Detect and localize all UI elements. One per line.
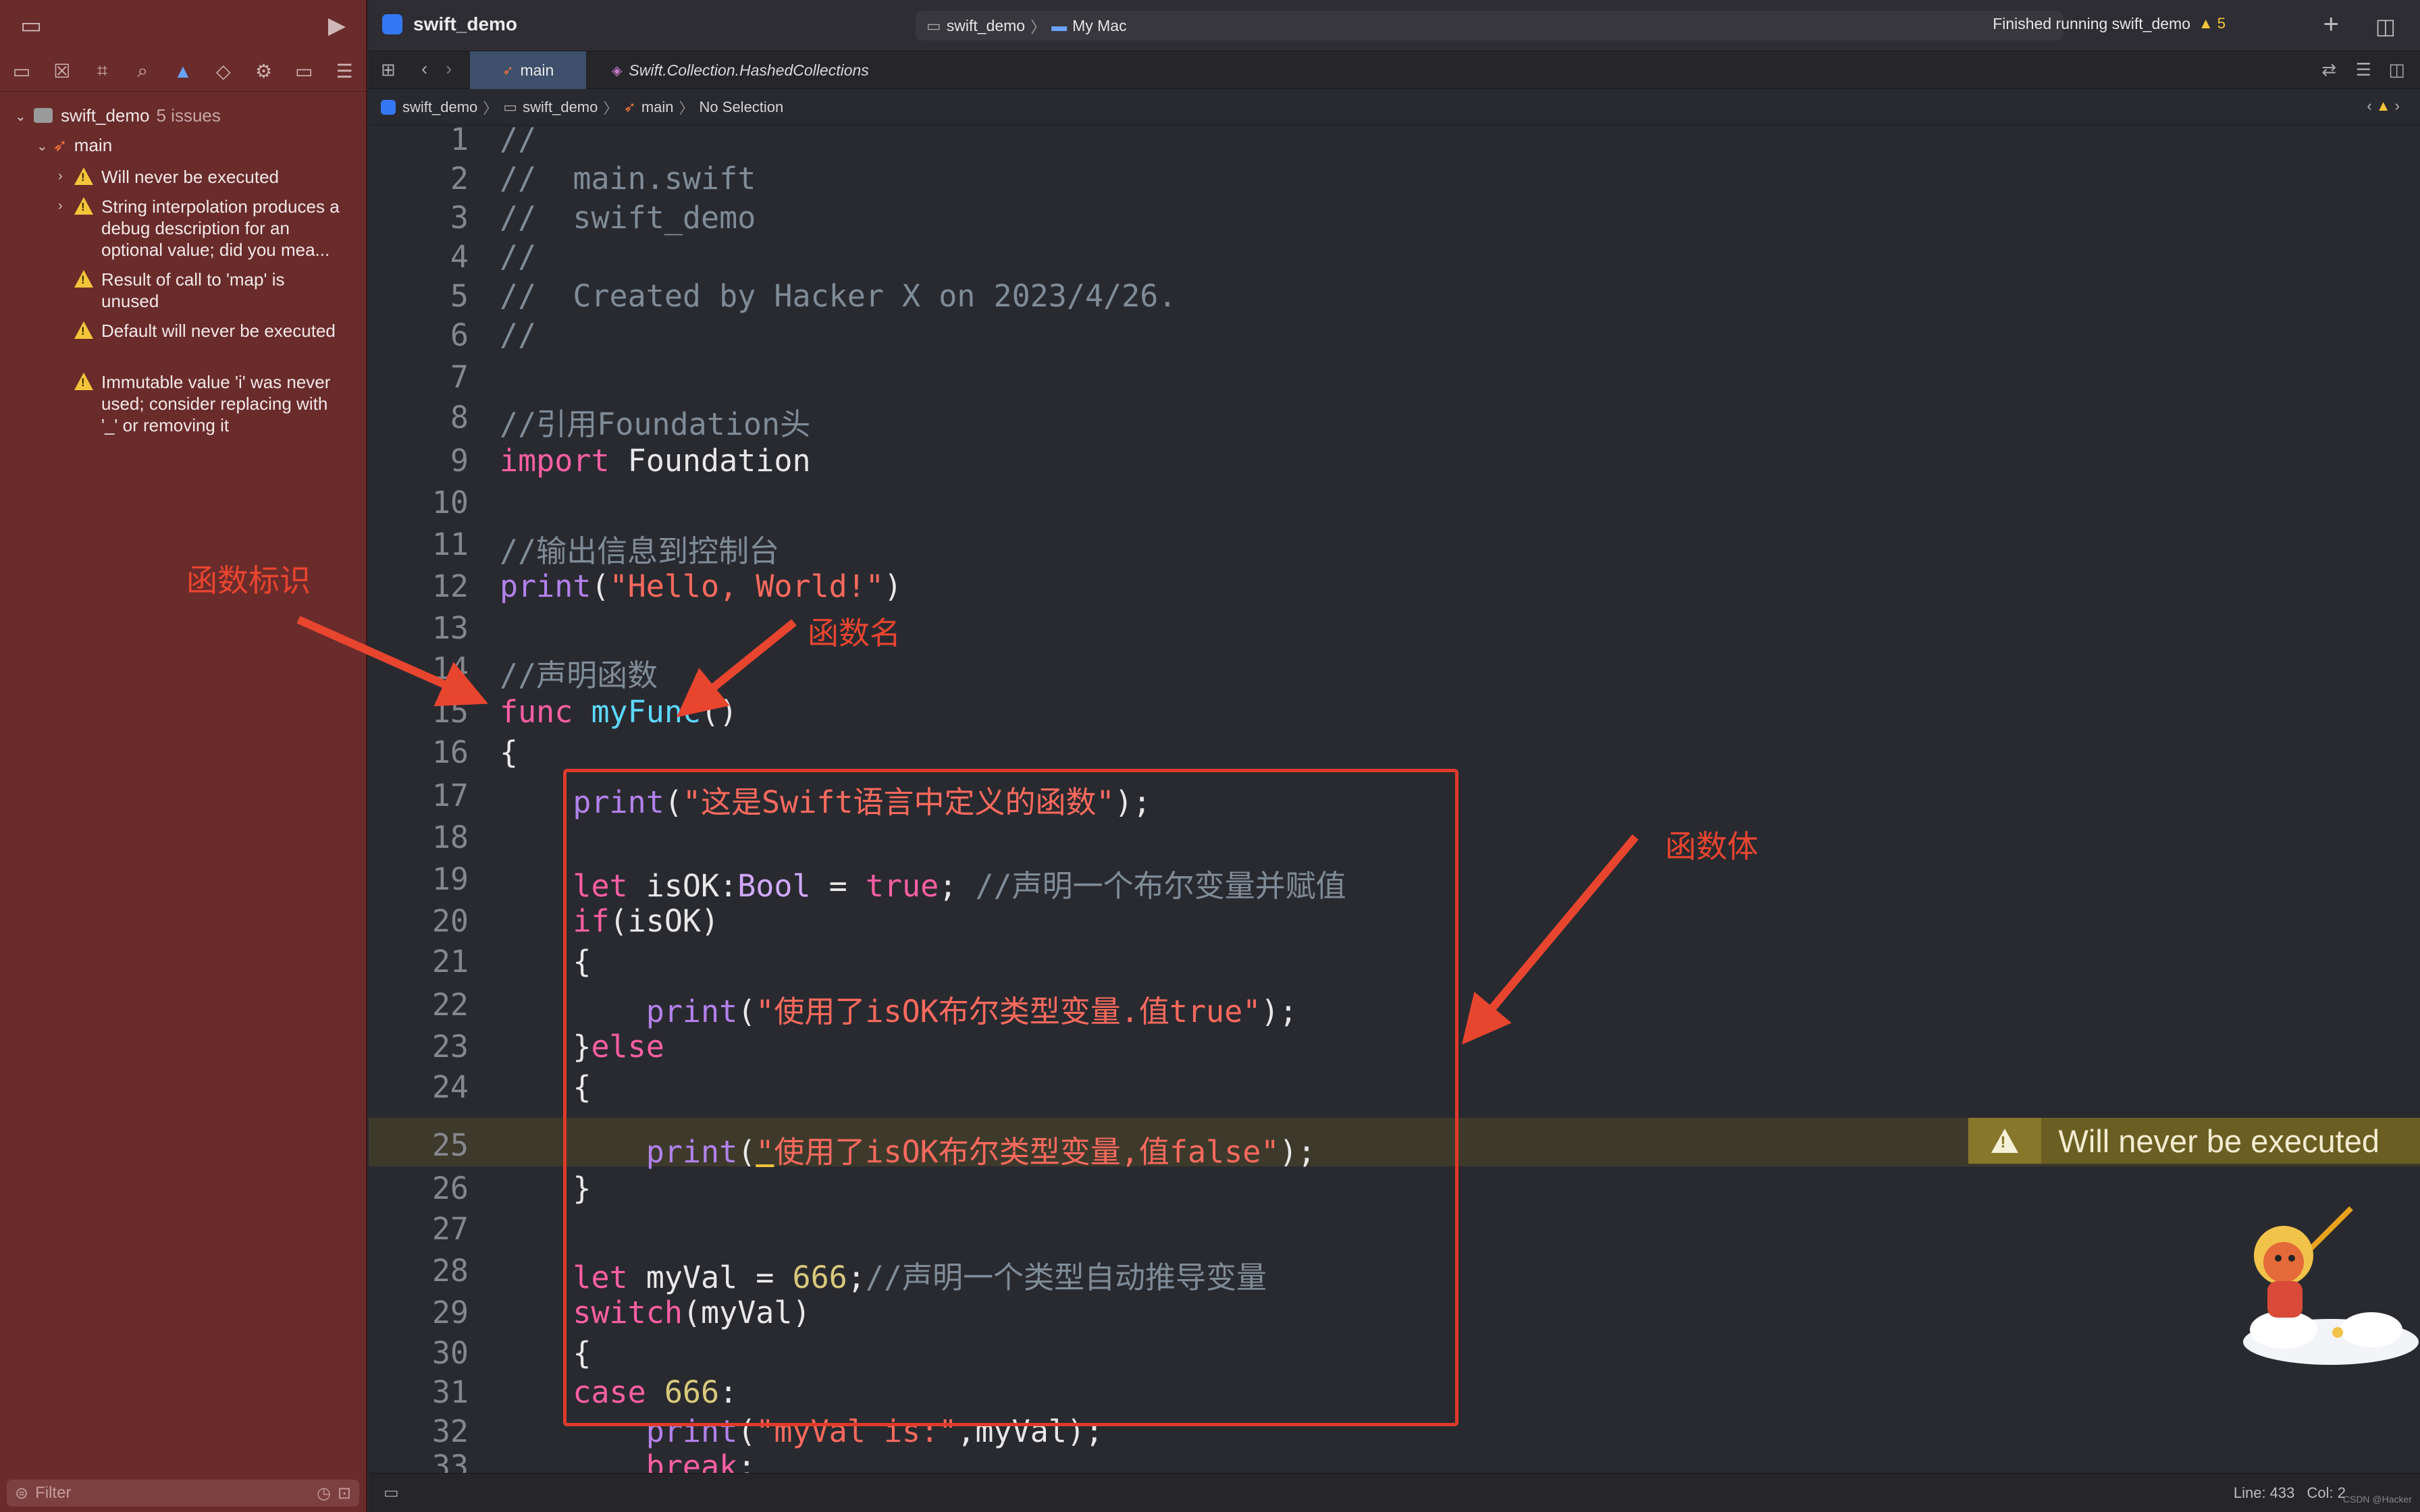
column-indicator: Col: 2: [2307, 1484, 2346, 1501]
arrow-func-body: [1461, 834, 1639, 1045]
annotation-arrows: [296, 616, 1639, 1045]
annotation-func-keyword: 函数标识: [186, 562, 311, 599]
watermark: CSDN @Hacker: [2342, 1494, 2412, 1505]
debug-area-toggle-icon[interactable]: ▭: [384, 1483, 399, 1503]
mascot-image: [2243, 1206, 2419, 1365]
annotation-func-name: 函数名: [808, 615, 901, 651]
arrow-func-keyword: [296, 616, 488, 707]
annotation-func-body: 函数体: [1665, 828, 1758, 865]
arrow-func-name: [677, 619, 797, 718]
cursor-position: Line: 433 Col: 2: [2234, 1484, 2346, 1502]
line-indicator: Line: 433: [2233, 1484, 2295, 1501]
status-bar: ▭ Line: 433 Col: 2 CSDN @Hacker: [369, 1473, 2420, 1512]
